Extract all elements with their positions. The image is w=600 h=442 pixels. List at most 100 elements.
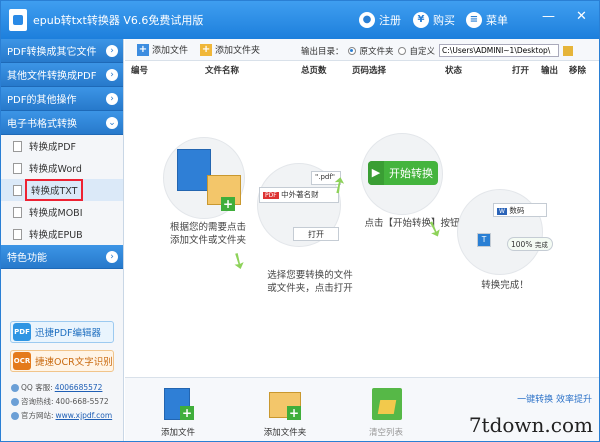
arrow-icon: ➘	[223, 246, 253, 277]
play-icon: ▶	[368, 161, 384, 185]
sidebar: PDF转换成其它文件 › 其他文件转换成PDF › PDF的其他操作 › 电子书…	[1, 39, 124, 441]
col-remove: 移除	[569, 66, 587, 76]
file-icon	[13, 184, 22, 196]
toolbar: + 添加文件 + 添加文件夹 输出目录： 原文件夹 自定义	[125, 39, 599, 61]
pdf-editor-promo[interactable]: PDF 迅捷PDF编辑器	[10, 321, 114, 343]
one-key-slogan: 一键转换 效率提升	[517, 395, 592, 405]
add-file-button[interactable]: + 添加文件	[137, 43, 188, 56]
step4-text: 转换完成！	[481, 280, 529, 291]
register-button[interactable]: ● 注册	[359, 10, 401, 30]
minimize-button[interactable]: —	[542, 9, 555, 24]
chevron-down-icon: ⌄	[106, 117, 118, 129]
result-row: W 数码	[493, 203, 547, 217]
output-dir-group: 输出目录： 原文件夹 自定义	[301, 44, 574, 57]
file-icon	[13, 228, 22, 240]
sidebar-item-to-mobi[interactable]: 转换成MOBI	[1, 201, 123, 223]
clear-list-label: 清空列表	[368, 428, 403, 438]
ocr-promo[interactable]: OCR 捷速OCR文字识别	[10, 350, 114, 372]
title-bar: epub转txt转换器 V6.6免费试用版 ● 注册 ¥ 购买 ≡ 菜单 — ✕	[1, 1, 599, 39]
clear-list-button[interactable]: 清空列表	[361, 388, 411, 438]
phone-icon	[11, 397, 19, 406]
app-logo-icon	[9, 9, 27, 31]
file-icon	[13, 162, 22, 174]
custom-label: 自定义	[409, 46, 436, 57]
category-other-to-pdf[interactable]: 其他文件转换成PDF ›	[1, 63, 123, 87]
browse-folder-icon[interactable]	[563, 45, 574, 56]
category-label: 其他文件转换成PDF	[7, 71, 97, 82]
sidebar-item-label: 转换成TXT	[24, 179, 84, 201]
word-file-icon: W	[497, 208, 507, 215]
file-icon	[13, 206, 22, 218]
pdf-file-item: PDF 中外著名财	[259, 187, 339, 203]
app-title: epub转txt转换器 V6.6免费试用版	[33, 14, 204, 27]
col-index: 编号	[131, 66, 149, 76]
add-file-icon: +	[137, 43, 149, 56]
document-icon	[177, 149, 211, 191]
cart-icon: ¥	[413, 12, 429, 28]
add-folder-label: 添加文件夹	[215, 46, 261, 56]
progress-percent: 100%	[511, 240, 533, 249]
sidebar-item-label: 转换成Word	[29, 164, 82, 175]
sidebar-item-label: 转换成PDF	[29, 142, 77, 153]
sidebar-item-to-pdf[interactable]: 转换成PDF	[1, 135, 123, 157]
category-pdf-to-other[interactable]: PDF转换成其它文件 ›	[1, 39, 123, 63]
menu-label: 菜单	[486, 14, 508, 27]
category-label: 电子书格式转换	[7, 119, 77, 130]
pdf-file-icon: PDF	[263, 192, 279, 199]
chevron-right-icon: ›	[106, 251, 118, 263]
bottom-add-folder-button[interactable]: + 添加文件夹	[255, 388, 315, 438]
chevron-right-icon: ›	[106, 93, 118, 105]
workflow-guide: + 根据您的需要点击 添加文件或文件夹 ➘ PDF 中外著名财 ".pdf" 打…	[125, 77, 599, 377]
category-label: PDF转换成其它文件	[7, 47, 97, 58]
file-icon	[13, 140, 22, 152]
col-page-select: 页码选择	[352, 66, 387, 76]
orig-folder-radio[interactable]	[347, 46, 356, 55]
qq-link[interactable]: 4006685572	[55, 383, 103, 392]
ocr-icon: OCR	[13, 352, 31, 370]
register-label: 注册	[379, 14, 401, 27]
pdf-editor-icon: PDF	[13, 323, 31, 341]
progress-done: 100% 完成	[507, 237, 553, 251]
sidebar-item-to-epub[interactable]: 转换成EPUB	[1, 223, 123, 245]
category-special[interactable]: 特色功能 ›	[1, 245, 123, 269]
col-open: 打开	[512, 66, 530, 76]
sidebar-item-label: 转换成MOBI	[29, 208, 83, 219]
sidebar-item-to-txt[interactable]: 转换成TXT	[1, 179, 123, 201]
custom-radio[interactable]	[397, 46, 406, 55]
output-path-input[interactable]	[439, 44, 560, 57]
site-link[interactable]: www.xjpdf.com	[56, 411, 113, 420]
add-folder-icon: +	[269, 388, 301, 420]
buy-button[interactable]: ¥ 购买	[413, 10, 455, 30]
step1-text: 根据您的需要点击 添加文件或文件夹	[169, 222, 246, 246]
file-table-header: 编号 文件名称 总页数 页码选择 状态 打开 输出 移除	[125, 62, 599, 76]
user-icon: ●	[359, 12, 375, 28]
menu-icon: ≡	[466, 12, 482, 28]
chevron-right-icon: ›	[106, 45, 118, 57]
start-convert-illustration: ▶ 开始转换	[368, 161, 438, 185]
sidebar-item-to-word[interactable]: 转换成Word	[1, 157, 123, 179]
close-button[interactable]: ✕	[576, 9, 587, 24]
category-ebook[interactable]: 电子书格式转换 ⌄	[1, 111, 123, 135]
site-contact: 官方网站: www.xjpdf.com	[11, 410, 112, 421]
pdf-file-name: 中外著名财	[281, 190, 319, 199]
output-dir-label: 输出目录：	[301, 46, 344, 57]
bottom-add-folder-label: 添加文件夹	[263, 428, 307, 438]
bottom-add-file-label: 添加文件	[160, 428, 195, 438]
add-folder-button[interactable]: + 添加文件夹	[200, 43, 260, 56]
numbers-label: 数码	[509, 206, 525, 215]
chevron-right-icon: ›	[106, 69, 118, 81]
step4-circle	[457, 189, 543, 275]
add-file-icon: +	[162, 388, 194, 420]
category-pdf-ops[interactable]: PDF的其他操作 ›	[1, 87, 123, 111]
category-label: 特色功能	[7, 253, 47, 264]
step2-text: 选择您要转换的文件 或文件夹，点击打开	[267, 270, 353, 294]
menu-button[interactable]: ≡ 菜单	[466, 10, 508, 30]
add-folder-icon: +	[200, 43, 213, 56]
phone-label: 咨询热线:	[21, 397, 54, 406]
col-pages: 总页数	[301, 66, 327, 76]
qq-contact: QQ 客服: 4006685572	[11, 382, 102, 393]
broom-icon	[370, 388, 402, 420]
bottom-add-file-button[interactable]: + 添加文件	[153, 388, 203, 438]
txt-file-icon: T	[477, 233, 491, 247]
done-label: 完成	[534, 241, 548, 249]
